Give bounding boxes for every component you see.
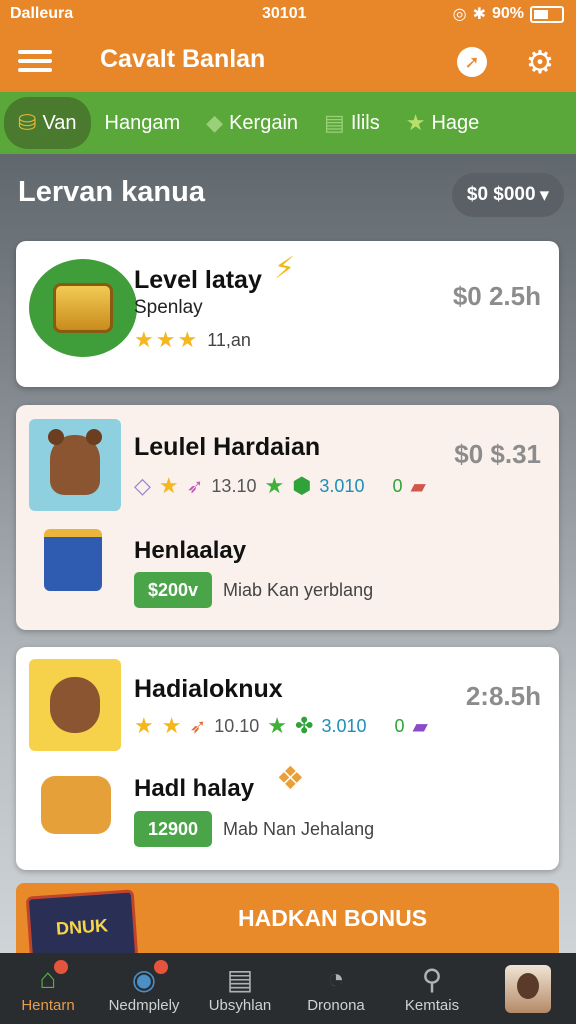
carrier: Dalleura <box>10 5 74 22</box>
card-title: Leulel Hardaian <box>134 433 321 461</box>
star-icon: ★ <box>134 327 154 352</box>
clover-icon: ✤ <box>295 713 314 738</box>
star-icon: ★ <box>267 713 288 738</box>
tab-hangam[interactable]: Hangam <box>93 97 193 149</box>
stats-row: ★ ★ ➶ 10.10 ★ ✤ 3.010 0 ▰ <box>134 713 428 739</box>
chart-icon: ▤ <box>324 110 345 135</box>
search-icon: ⚲ <box>421 964 443 995</box>
bear-thumbnail <box>29 419 121 511</box>
chevron-down-icon: ▾ <box>539 184 550 206</box>
stats-row: ◇ ★ ➶ 13.10 ★ ⬢ 3.010 0 ▰ <box>134 473 426 499</box>
nav-home[interactable]: ⌂ Hentarn <box>0 953 96 1024</box>
card-subtitle: Spenlay <box>134 297 203 318</box>
rating: ★ ★ ★ 11,an <box>134 327 251 353</box>
tab-kergain[interactable]: ◆ Kergain <box>194 97 310 149</box>
bag-thumbnail <box>38 525 108 595</box>
stat-value: 10.10 <box>214 715 260 736</box>
app-bar: Cavalt Banlan ➚ ⚙ <box>0 32 576 92</box>
bear-thumbnail <box>29 659 121 751</box>
notification-dot <box>54 960 68 974</box>
menu-icon[interactable] <box>18 45 52 79</box>
crystal-icon: ◇ <box>134 473 151 498</box>
stat-value: 3.010 <box>321 715 367 736</box>
bonus-label: HADKAN BONUS <box>238 905 428 931</box>
price-badge[interactable]: $200v <box>134 572 212 608</box>
chat-icon: ◔ <box>327 963 345 994</box>
item-link[interactable]: Miab Kan yerblang <box>223 580 373 601</box>
rating-text: 11,an <box>207 329 251 350</box>
lightning-icon: ⚡ <box>274 252 296 285</box>
category-tabs: ⛁ Van Hangam ◆ Kergain ▤ Ilils ★ Hage <box>0 92 576 154</box>
tag-icon: ◆ <box>206 110 224 135</box>
tab-van[interactable]: ⛁ Van <box>4 97 91 149</box>
star-icon: ★ <box>405 110 426 135</box>
nav-inbox[interactable]: ▤ Ubsyhlan <box>192 953 288 1024</box>
nav-chat[interactable]: ◔ Dronona <box>288 953 384 1024</box>
cart-thumbnail <box>36 767 116 843</box>
notification-dot <box>154 960 168 974</box>
level-card[interactable]: Hadialoknux 2:8.5h ★ ★ ➶ 10.10 ★ ✤ 3.010… <box>16 647 559 870</box>
star-icon: ★ <box>158 473 179 498</box>
star-icon: ★ <box>155 327 176 352</box>
clock: 30101 <box>262 5 307 22</box>
nav-search[interactable]: ⚲ Kemtais <box>384 953 480 1024</box>
star-icon: ★ <box>161 713 182 738</box>
battery-percent: 90% <box>491 5 524 22</box>
stat-value: 3.010 <box>319 475 365 496</box>
nav-account[interactable] <box>480 953 576 1024</box>
feather-icon: ➶ <box>186 475 204 498</box>
bonus-banner[interactable]: DNUK HADKAN BONUS <box>16 883 559 965</box>
star-icon: ★ <box>177 327 198 352</box>
item-title: Henlaalay <box>134 537 247 564</box>
coins-icon: ⛁ <box>18 110 37 135</box>
balance-dropdown[interactable]: $0 $000 ▾ <box>452 173 564 217</box>
cards-icon: ▰ <box>410 475 426 498</box>
gear-icon[interactable]: ⚙ <box>522 44 558 80</box>
tab-hage[interactable]: ★ Hage <box>394 97 492 149</box>
card-price: $0 2.5h <box>452 281 541 311</box>
inbox-icon: ▤ <box>226 964 254 995</box>
status-icons: ◎ ✱ 90% <box>453 4 564 24</box>
potion-icon: ▰ <box>412 715 428 738</box>
bluetooth-icon: ✱ <box>472 6 486 23</box>
level-card[interactable]: Leulel Hardaian $0 $.31 ◇ ★ ➶ 13.10 ★ ⬢ … <box>16 405 559 630</box>
stat-value: 0 <box>394 715 405 736</box>
alarm-icon: ◎ <box>452 6 467 23</box>
battery-icon <box>530 5 564 23</box>
status-bar: Dalleura 30101 ◎ ✱ 90% <box>0 0 576 32</box>
app-title: Cavalt Banlan <box>100 45 266 73</box>
carrot-icon: ➶ <box>189 715 207 738</box>
profile-icon: ◉ <box>131 964 157 995</box>
coin-pot-image <box>29 259 137 357</box>
gem-icon: ⬢ <box>292 473 312 498</box>
price-badge[interactable]: 12900 <box>134 811 212 847</box>
tab-ilils[interactable]: ▤ Ilils <box>312 97 392 149</box>
card-title: Level latay <box>134 266 262 294</box>
bottom-nav: ⌂ Hentarn ◉ Nedmplely ▤ Ubsyhlan ◔ Drono… <box>0 953 576 1024</box>
star-icon: ★ <box>134 713 154 738</box>
avatar <box>505 964 551 1013</box>
level-card[interactable]: Level latay ⚡ Spenlay ★ ★ ★ 11,an $0 2.5h <box>16 241 559 387</box>
section-title: Lervan kanua <box>18 176 205 208</box>
nav-profile[interactable]: ◉ Nedmplely <box>96 953 192 1024</box>
card-price: $0 $.31 <box>454 439 541 469</box>
star-icon: ★ <box>264 473 285 498</box>
card-title: Hadialoknux <box>134 675 283 703</box>
compass-icon[interactable]: ➚ <box>454 44 490 80</box>
item-link[interactable]: Mab Nan Jehalang <box>223 819 374 840</box>
stat-value: 13.10 <box>211 475 257 496</box>
stat-value: 0 <box>392 475 403 496</box>
gift-icon: ❖ <box>276 760 305 796</box>
item-title: Hadl halay <box>134 775 255 802</box>
card-price: 2:8.5h <box>465 681 541 711</box>
